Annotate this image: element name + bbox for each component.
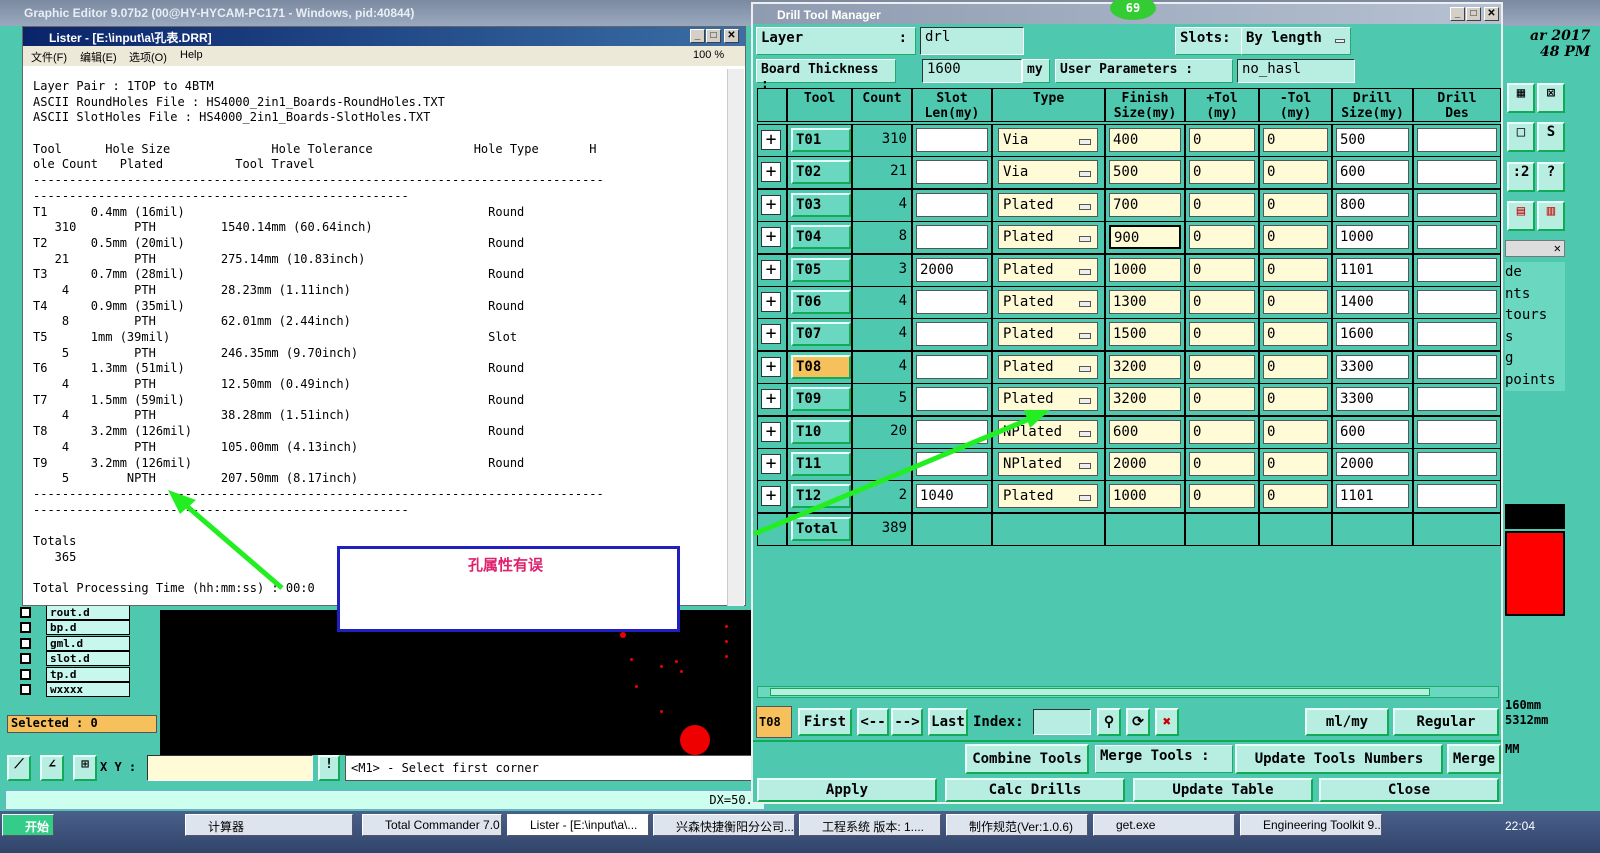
arrow-head [1024, 410, 1050, 428]
annotation-arrows [168, 410, 1050, 590]
task-item[interactable]: get.exe [1093, 814, 1235, 836]
task-item[interactable]: Lister - [E:\input\a\... [507, 814, 649, 836]
task-item[interactable]: 制作规范(Ver:1.0.6) [946, 814, 1088, 836]
arrow-line [753, 415, 1033, 537]
task-item[interactable]: 工程系统 版本: 1.... [799, 814, 941, 836]
task-item[interactable]: 计算器 [185, 814, 353, 836]
task-item[interactable]: Total Commander 7.0 ... [362, 814, 502, 836]
start-button[interactable]: 开始 [2, 814, 54, 836]
clock: 22:04 [1505, 819, 1536, 833]
arrow-line [180, 500, 284, 590]
taskbar: 开始 计算器 Total Commander 7.0 ... Lister - … [0, 811, 1600, 853]
task-item[interactable]: 兴森快捷衡阳分公司... [653, 814, 795, 836]
task-item[interactable]: Engineering Toolkit 9.... [1240, 814, 1382, 836]
